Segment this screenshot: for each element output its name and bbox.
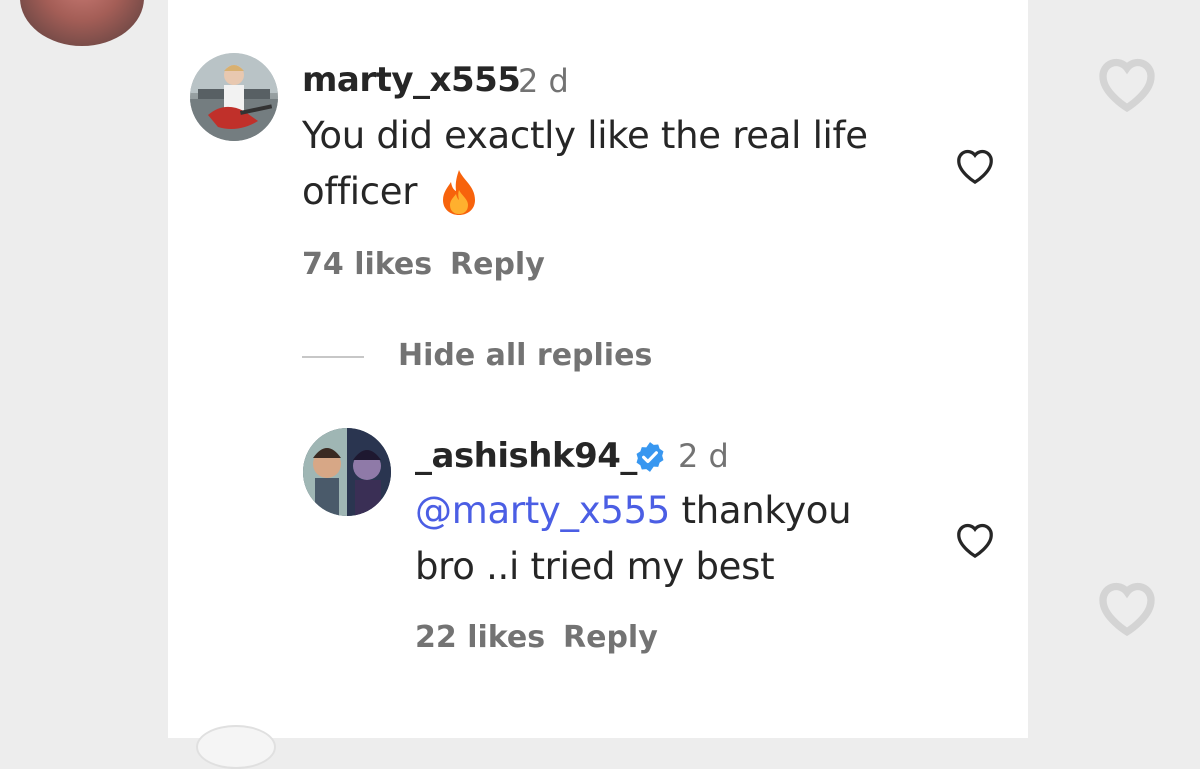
reply-timestamp[interactable]: 2 d <box>678 437 729 475</box>
background-heart-icon <box>1099 58 1155 112</box>
avatar[interactable] <box>303 428 391 516</box>
comment-text-line2: officer <box>302 170 418 213</box>
reply-reply-button[interactable]: Reply <box>563 620 658 655</box>
comment-text-line: You did exactly like the real life <box>302 114 868 157</box>
comment-username[interactable]: marty_x555 <box>302 60 521 100</box>
background-heart-icon <box>1099 582 1155 636</box>
reply-text-rest: thankyou <box>670 489 852 532</box>
reply-text: @marty_x555 thankyou bro ..i tried my be… <box>415 483 852 595</box>
verified-badge-icon <box>636 442 664 472</box>
comment-reply-button[interactable]: Reply <box>450 247 545 282</box>
next-comment-avatar[interactable] <box>196 725 276 769</box>
mention-link[interactable]: @marty_x555 <box>415 489 670 532</box>
avatar-photo <box>303 428 391 516</box>
like-heart-icon[interactable] <box>952 517 998 559</box>
comment-timestamp[interactable]: 2 d <box>518 62 569 100</box>
like-heart-icon[interactable] <box>952 143 998 185</box>
previous-comment-avatar[interactable] <box>20 0 144 46</box>
fire-icon <box>443 170 476 215</box>
avatar-photo <box>190 53 278 141</box>
reply-text-line: bro ..i tried my best <box>415 545 775 588</box>
reply-username[interactable]: _ashishk94_ <box>415 436 637 476</box>
hide-replies-button[interactable]: Hide all replies <box>398 338 652 373</box>
comment-text: You did exactly like the real life offic… <box>302 108 868 220</box>
comment-likes[interactable]: 74 likes <box>302 247 432 282</box>
thread-divider <box>302 356 364 358</box>
reply-likes[interactable]: 22 likes <box>415 620 545 655</box>
comment-text-line: officer <box>302 164 868 220</box>
avatar[interactable] <box>190 53 278 141</box>
reply-text-line: @marty_x555 thankyou <box>415 483 852 539</box>
